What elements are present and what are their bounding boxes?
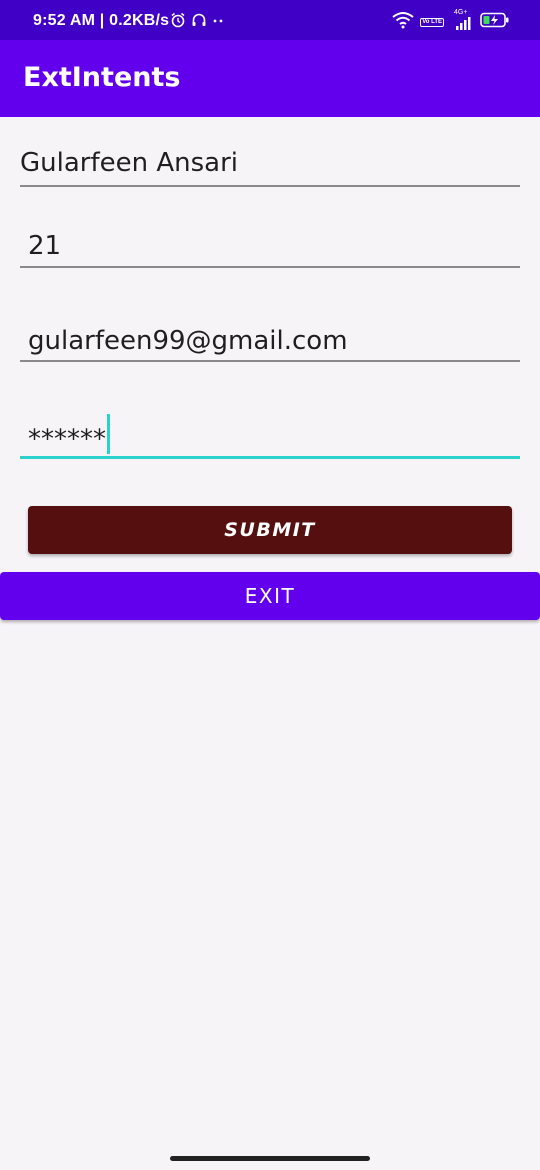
more-dots-icon [212,12,224,32]
email-input[interactable]: gularfeen99@gmail.com [20,322,520,366]
status-left-icons [170,12,224,32]
signal-icon: 4G+ [450,9,474,31]
status-time-and-speed: 9:52 AM | 0.2KB/s [33,12,170,29]
alarm-icon [170,12,186,32]
text-cursor [107,414,110,454]
wifi-icon [392,11,414,33]
submit-button[interactable]: SUBMIT [28,506,512,554]
name-input[interactable]: Gularfeen Ansari [20,145,520,189]
app-title: ExtIntents [23,62,181,93]
app-bar: ExtIntents [0,40,540,117]
password-input-value: ****** [28,414,110,460]
exit-button[interactable]: EXIT [0,572,540,620]
battery-charging-icon [480,12,510,32]
status-bar: 9:52 AM | 0.2KB/s Vo LTE 4G+ [0,0,540,40]
headset-icon [191,12,207,32]
password-input-underline [20,456,520,459]
age-input-underline [20,266,520,268]
password-masked-text: ****** [28,424,106,455]
email-input-value: gularfeen99@gmail.com [28,326,348,356]
home-indicator[interactable] [170,1156,370,1161]
password-input[interactable]: ****** [20,414,520,462]
volte-icon: Vo LTE [420,17,444,27]
email-input-underline [20,360,520,362]
status-right-icons: Vo LTE 4G+ [392,9,510,33]
age-input[interactable]: 21 [20,227,520,271]
age-input-value: 21 [28,231,62,261]
name-input-value: Gularfeen Ansari [20,148,239,178]
name-input-underline [20,185,520,187]
